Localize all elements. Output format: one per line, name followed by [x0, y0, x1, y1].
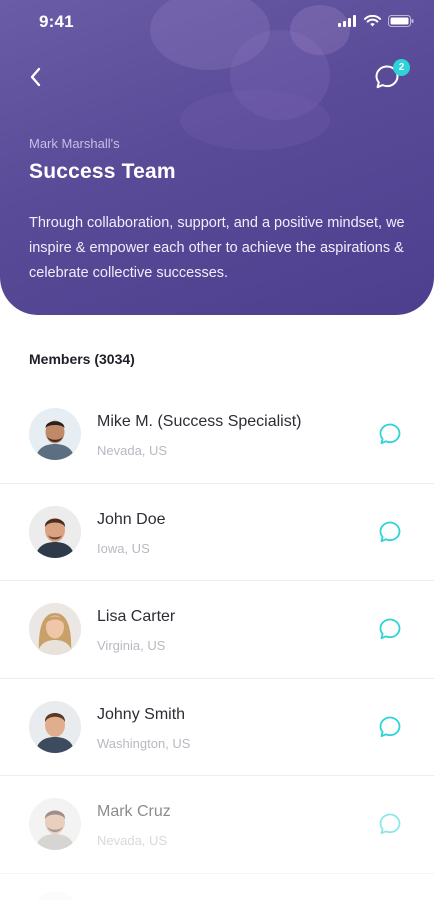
- wifi-icon: [364, 15, 381, 27]
- member-location: Washington, US: [97, 735, 191, 751]
- member-name: John Doe: [97, 510, 166, 528]
- notification-badge: 2: [393, 59, 410, 76]
- avatar: [29, 891, 81, 900]
- member-row[interactable]: Johny Smith Washington, US: [0, 679, 434, 776]
- avatar: [29, 700, 81, 753]
- message-button[interactable]: [378, 715, 402, 739]
- status-bar: 9:41: [0, 0, 434, 44]
- member-name: Mark Cruz: [97, 803, 171, 820]
- avatar: [29, 505, 81, 558]
- member-row[interactable]: Lisa Carter Virginia, US: [0, 581, 434, 679]
- chevron-left-icon: [30, 67, 41, 87]
- avatar: [29, 408, 81, 460]
- team-owner-label: Mark Marshall's: [29, 136, 120, 151]
- member-row[interactable]: Mike M. (Success Specialist) Nevada, US: [0, 386, 434, 484]
- team-chat-button[interactable]: 2: [374, 59, 410, 94]
- member-name: Lisa Carter: [97, 608, 176, 625]
- team-description: Through collaboration, support, and a po…: [29, 215, 405, 281]
- message-icon: [379, 813, 401, 835]
- member-name: Mike M. (Success Specialist): [97, 413, 302, 430]
- member-row[interactable]: Mark Cruz Nevada, US: [0, 776, 434, 874]
- team-header: 9:41 2 Mark Marshall's Success Team Thro…: [0, 0, 434, 315]
- member-location: Virginia, US: [97, 638, 166, 653]
- message-button[interactable]: [378, 422, 402, 446]
- member-list: Mike M. (Success Specialist) Nevada, US …: [0, 386, 434, 900]
- member-location: Iowa, US: [97, 540, 150, 556]
- message-icon: [379, 521, 401, 542]
- message-icon: [379, 716, 401, 737]
- back-button[interactable]: [22, 62, 48, 92]
- message-icon: [379, 423, 401, 445]
- message-button[interactable]: [378, 520, 402, 544]
- member-location: Nevada, US: [97, 833, 168, 848]
- status-time: 9:41: [39, 12, 74, 31]
- battery-icon: [388, 15, 414, 27]
- avatar: [29, 798, 81, 850]
- member-location: Nevada, US: [97, 443, 168, 458]
- member-name: Johny Smith: [97, 705, 186, 723]
- member-row[interactable]: John Doe Iowa, US: [0, 484, 434, 581]
- avatar: [29, 603, 81, 655]
- message-button[interactable]: [378, 617, 402, 641]
- message-button[interactable]: [378, 812, 402, 836]
- team-title: Success Team: [29, 160, 176, 183]
- signal-icon: [338, 15, 356, 27]
- message-icon: [379, 618, 401, 640]
- members-heading: Members (3034): [29, 351, 135, 367]
- member-row[interactable]: [0, 874, 434, 900]
